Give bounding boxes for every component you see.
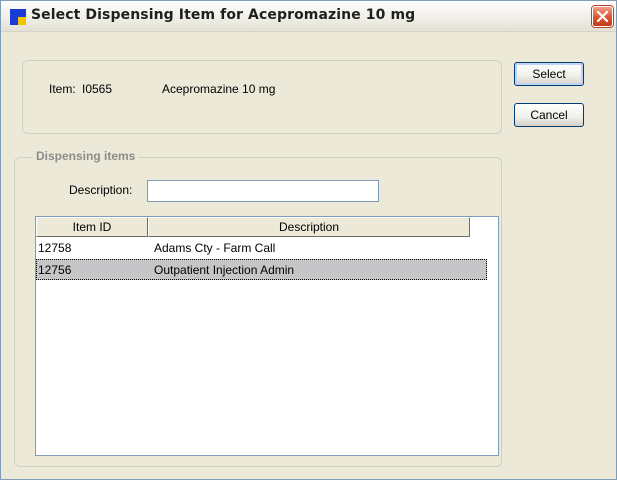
table-row-selected[interactable]: 12756 Outpatient Injection Admin <box>36 259 487 280</box>
item-code: I0565 <box>82 82 113 96</box>
app-window-icon <box>10 9 26 25</box>
dispensing-items-group: Dispensing items Description: Item ID De… <box>14 149 502 467</box>
window-title: Select Dispensing Item for Acepromazine … <box>31 7 416 23</box>
table-row[interactable]: 12758 Adams Cty - Farm Call <box>36 238 487 259</box>
row-item-id: 12756 <box>38 263 72 277</box>
row-description: Outpatient Injection Admin <box>154 263 295 277</box>
item-label: Item: <box>49 82 76 96</box>
close-icon <box>596 10 609 23</box>
close-button[interactable] <box>592 6 613 27</box>
list-header: Item ID Description <box>36 217 498 237</box>
column-header-description[interactable]: Description <box>148 217 470 237</box>
select-button[interactable]: Select <box>514 62 584 86</box>
dialog-window: Select Dispensing Item for Acepromazine … <box>0 0 617 480</box>
item-name: Acepromazine 10 mg <box>162 82 276 96</box>
dispensing-items-title: Dispensing items <box>33 149 139 163</box>
dialog-body: Item: I0565 Acepromazine 10 mg Select Ca… <box>4 32 613 477</box>
row-description: Adams Cty - Farm Call <box>154 241 276 255</box>
row-item-id: 12758 <box>38 241 72 255</box>
cancel-button[interactable]: Cancel <box>514 103 584 127</box>
dispensing-items-list[interactable]: Item ID Description 12758 Adams Cty - Fa… <box>35 216 499 456</box>
item-info-panel: Item: I0565 Acepromazine 10 mg <box>22 60 502 134</box>
description-search-input[interactable] <box>147 180 379 202</box>
description-label: Description: <box>69 183 133 197</box>
title-bar[interactable]: Select Dispensing Item for Acepromazine … <box>1 1 616 32</box>
column-header-item-id[interactable]: Item ID <box>36 217 148 237</box>
